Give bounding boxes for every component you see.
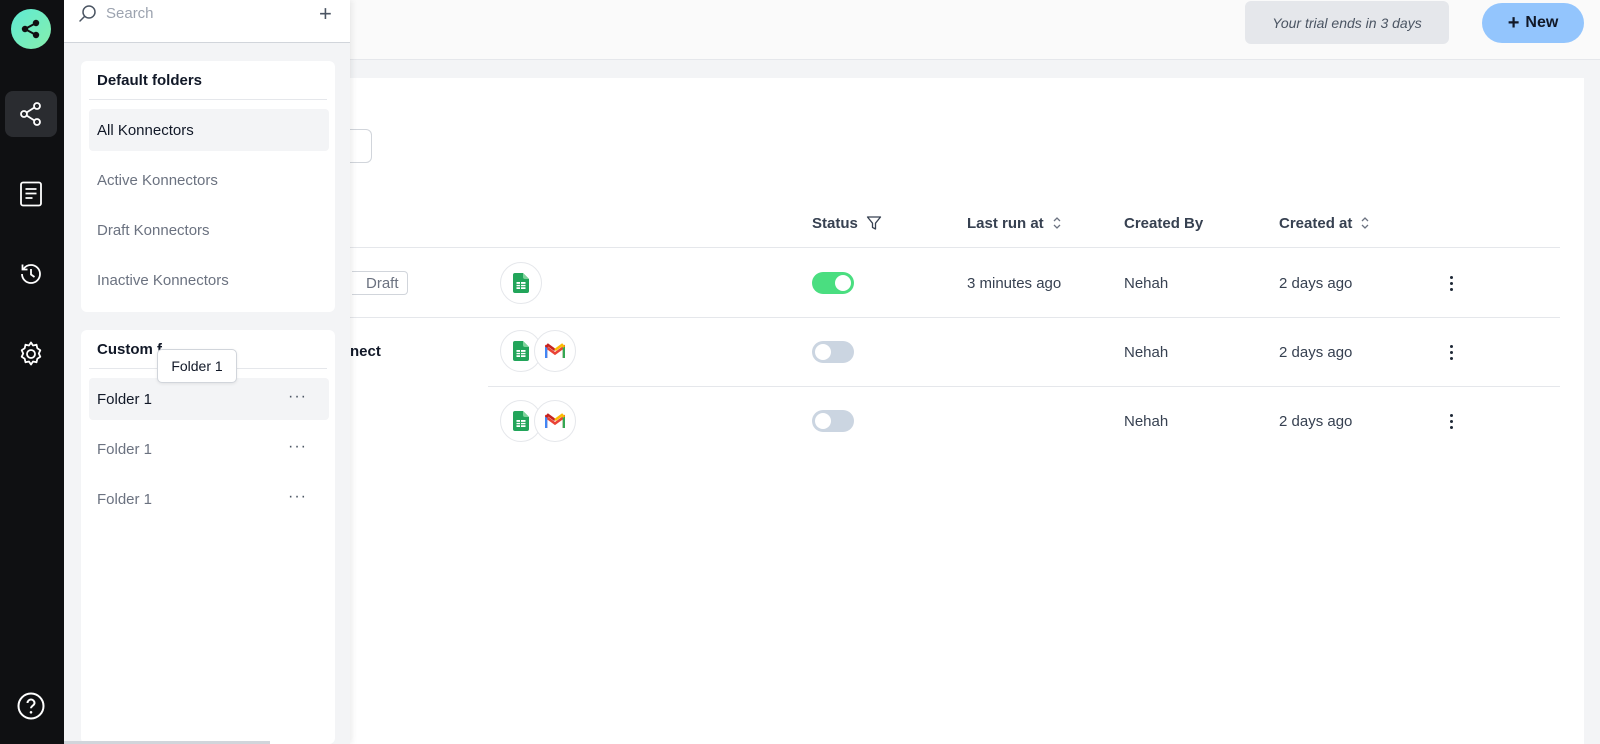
created-by-header: Created By [1124,206,1203,240]
status-toggle[interactable] [812,410,854,432]
sort-icon[interactable] [1360,216,1370,230]
custom-folder-item[interactable]: Folder 1 ··· [89,478,329,520]
more-options-icon[interactable]: ··· [288,388,307,406]
folder-tooltip: Folder 1 [157,349,237,383]
folder-label: Folder 1 [97,390,153,408]
created-by-cell: Nehah [1124,274,1169,292]
sort-icon[interactable] [1052,216,1062,230]
default-folders-box: Default folders All Konnectors Active Ko… [81,61,335,312]
nav-history[interactable] [5,251,57,297]
status-toggle[interactable] [812,341,854,363]
search-icon [79,5,96,22]
row-divider [488,386,1560,387]
toggle-knob [815,413,831,429]
new-button-label: New [1525,14,1559,31]
created-by-header-label: Created By [1124,214,1204,232]
help-icon [17,692,45,720]
history-icon [21,264,41,284]
gmail-icon [534,330,576,372]
plus-icon: + [1507,12,1520,34]
more-options-icon[interactable]: ··· [288,488,307,506]
created-at-cell: 2 days ago [1279,274,1353,292]
table-row[interactable]: Nehah 2 days ago [350,388,1560,454]
row-menu-icon[interactable] [1448,414,1454,429]
default-folders-title: Default folders [97,72,203,89]
gmail-icon [534,400,576,442]
new-button[interactable]: + New [1482,3,1584,43]
toggle-knob [835,275,851,291]
created-at-cell: 2 days ago [1279,412,1353,430]
status-toggle[interactable] [812,272,854,294]
last-run-header[interactable]: Last run at [967,206,1062,240]
table-row[interactable]: Nehah 2 days ago [350,319,1560,385]
folder-label: Folder 1 [97,440,153,458]
status-header[interactable]: Status [812,206,882,240]
created-at-cell: 2 days ago [1279,343,1353,361]
created-by-cell: Nehah [1124,343,1169,361]
app-icons [500,400,576,442]
last-run-cell: 3 minutes ago [967,274,1062,292]
table-row[interactable]: 3 minutes ago Nehah 2 days ago [350,250,1560,316]
share-nodes-icon [20,102,41,126]
nav-documents[interactable] [5,171,57,217]
nav-konnectors[interactable] [5,91,57,137]
toggle-knob [815,344,831,360]
created-at-header-label: Created at [1279,214,1353,232]
left-nav-rail [0,0,64,744]
folder-item-inactive-konnectors[interactable]: Inactive Konnectors [89,259,329,301]
folder-item-all-konnectors[interactable]: All Konnectors [89,109,329,151]
document-icon [20,181,42,207]
filter-icon[interactable] [866,215,882,231]
custom-folders-box: Custom f Folder 1 ··· Folder 1 ··· Folde… [81,330,335,744]
nav-settings[interactable] [5,331,57,377]
nav-help[interactable] [5,683,57,729]
share-logo-icon[interactable] [11,9,51,49]
custom-folders-title: Custom f [97,341,162,358]
folder-item-active-konnectors[interactable]: Active Konnectors [89,159,329,201]
folder-panel: Search + Default folders All Konnectors … [64,0,350,744]
app-icons [500,330,576,372]
row-divider [350,317,1560,318]
search-input[interactable]: Search [106,5,154,22]
header-divider [350,247,1560,248]
add-folder-icon[interactable]: + [319,3,332,25]
created-at-header[interactable]: Created at [1279,206,1370,240]
status-header-label: Status [812,214,858,232]
google-sheets-icon [500,262,542,304]
created-by-cell: Nehah [1124,412,1169,430]
folder-search-bar[interactable]: Search + [64,0,350,43]
custom-folder-item[interactable]: Folder 1 ··· [89,378,329,420]
trial-banner[interactable]: Your trial ends in 3 days [1245,1,1449,44]
row-menu-icon[interactable] [1448,345,1454,360]
folder-item-draft-konnectors[interactable]: Draft Konnectors [89,209,329,251]
row-menu-icon[interactable] [1448,276,1454,291]
app-icons [500,262,542,304]
folder-label: Folder 1 [97,490,153,508]
settings-icon [20,341,42,366]
last-run-header-label: Last run at [967,214,1044,232]
more-options-icon[interactable]: ··· [288,438,307,456]
custom-folder-item[interactable]: Folder 1 ··· [89,428,329,470]
divider [89,99,327,100]
